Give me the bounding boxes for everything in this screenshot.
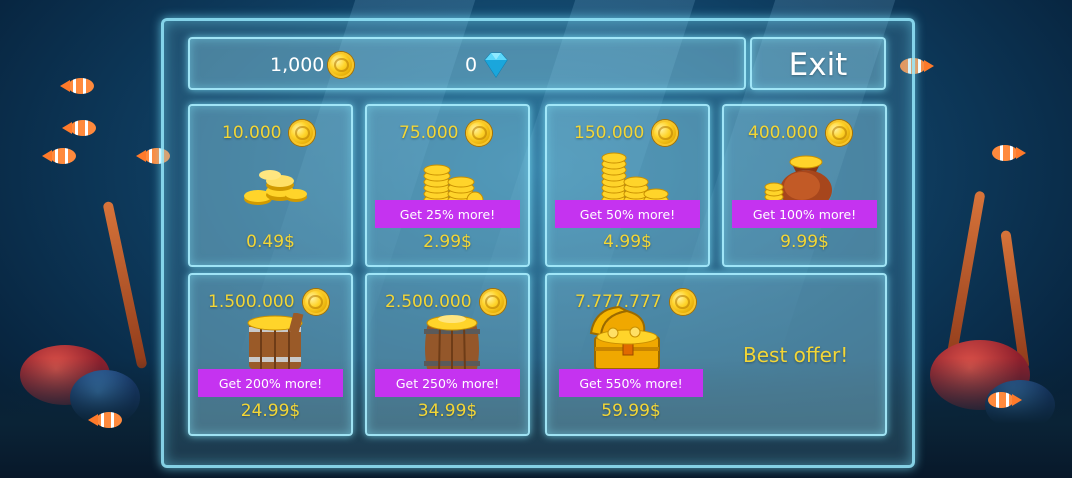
coin-pile-icon — [244, 170, 307, 205]
gem-balance: 0 — [465, 52, 511, 78]
coin-bucket-icon — [247, 313, 304, 369]
offer-card-1500000[interactable]: 1.500.000 Get 200% more! 24.99$ — [188, 273, 353, 436]
fish-decoration — [988, 392, 1022, 408]
offer-price: 0.49$ — [246, 232, 295, 252]
coin-balance-value: 1,000 — [270, 54, 325, 76]
fish-decoration — [88, 412, 122, 428]
bonus-banner: Get 50% more! — [555, 200, 700, 228]
exit-button[interactable]: Exit — [750, 37, 886, 90]
offer-price: 24.99$ — [240, 401, 301, 421]
coin-icon — [466, 120, 493, 146]
exit-label: Exit — [788, 47, 848, 83]
offer-card-2500000[interactable]: 2.500.000 Get 250% more! 34.99$ — [365, 273, 530, 436]
offer-price: 2.99$ — [423, 232, 472, 252]
currency-bar: 1,000 0 — [188, 37, 746, 90]
offer-amount: 150.000 — [574, 120, 679, 146]
offer-card-150000[interactable]: 150.000 Get 50% more! 4.99$ — [545, 104, 710, 267]
bonus-banner: Get 550% more! — [559, 369, 703, 397]
fish-decoration — [42, 148, 76, 164]
offer-amount: 75.000 — [399, 120, 493, 146]
offer-amount: 1.500.000 — [208, 289, 329, 315]
best-offer-tag: Best offer! — [743, 343, 849, 367]
coin-icon — [328, 52, 355, 78]
fish-decoration — [62, 120, 96, 136]
offer-amount: 10.000 — [222, 120, 316, 146]
coin-stacks-large-icon — [601, 152, 669, 206]
coin-icon — [289, 120, 316, 146]
bonus-banner: Get 100% more! — [732, 200, 877, 228]
offer-price: 34.99$ — [417, 401, 478, 421]
coin-icon — [652, 120, 679, 146]
offer-card-75000[interactable]: 75.000 Get 25% more! 2.99$ — [365, 104, 530, 267]
fish-decoration — [992, 145, 1026, 161]
offer-card-10000[interactable]: 10.000 0.49$ — [188, 104, 353, 267]
bonus-banner: Get 25% more! — [375, 200, 520, 228]
coin-balance: 1,000 — [270, 52, 355, 78]
treasure-chest-icon — [589, 305, 660, 370]
gem-balance-value: 0 — [465, 54, 478, 76]
fish-decoration — [60, 78, 94, 94]
bonus-banner: Get 200% more! — [198, 369, 343, 397]
offer-price: 4.99$ — [603, 232, 652, 252]
bonus-banner: Get 250% more! — [375, 369, 520, 397]
coin-barrel-icon — [424, 315, 480, 374]
coin-icon — [669, 289, 696, 315]
offer-amount: 400.000 — [748, 120, 853, 146]
offer-price: 9.99$ — [780, 232, 829, 252]
coin-icon — [826, 120, 853, 146]
offer-price: 59.99$ — [601, 401, 661, 421]
coin-icon — [302, 289, 329, 315]
offer-card-7777777[interactable]: 7.777.777 Get 550% more! 59.99$ Best off… — [545, 273, 887, 436]
diamond-icon — [484, 52, 508, 78]
offer-card-400000[interactable]: 400.000 Get 100% more! 9.99$ — [722, 104, 887, 267]
